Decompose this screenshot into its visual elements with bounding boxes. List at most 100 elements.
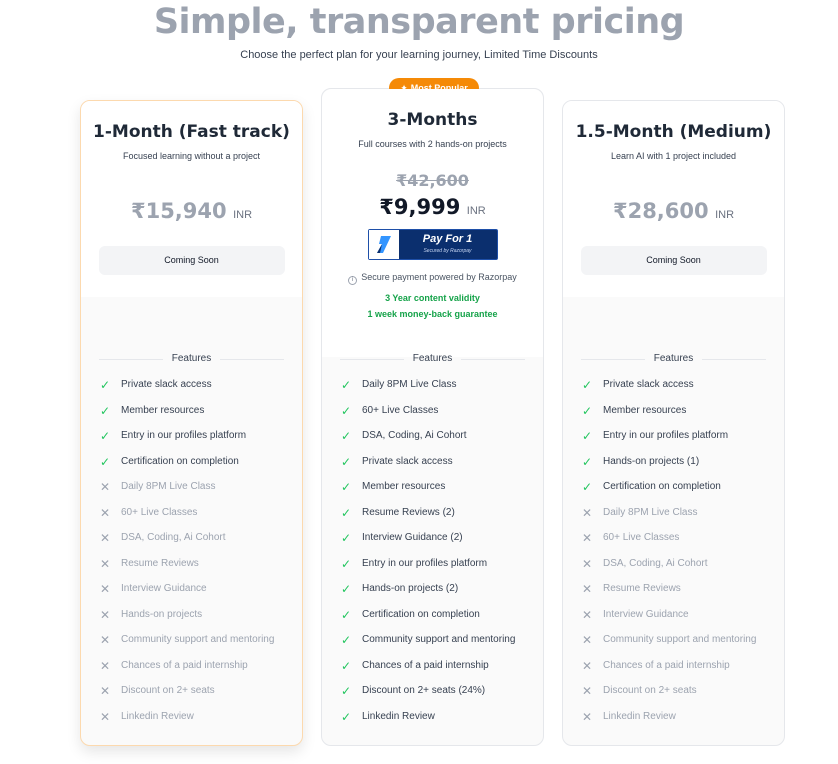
- feature-item: ✕ DSA, Coding, Ai Cohort: [100, 532, 292, 558]
- feature-label: Certification on completion: [362, 608, 480, 620]
- features-heading: Features: [581, 353, 766, 364]
- feature-label: DSA, Coding, Ai Cohort: [362, 430, 467, 441]
- cross-icon: ✕: [582, 684, 593, 698]
- cross-icon: ✕: [100, 556, 111, 571]
- cross-icon: ✕: [100, 505, 111, 520]
- feature-label: 60+ Live Classes: [121, 506, 198, 518]
- check-icon: ✓: [341, 633, 352, 647]
- razorpay-pay-button[interactable]: Pay For 1 Secured by Razorpay: [367, 229, 498, 260]
- feature-item: ✓ Linkedin Review: [341, 711, 533, 737]
- feature-item: ✓ Private slack access: [341, 456, 533, 482]
- feature-item: ✓ Daily 8PM Live Class: [341, 379, 533, 405]
- plan-description: Full courses with 2 hands-on projects: [358, 139, 507, 149]
- price-row: ₹28,600 INR: [563, 199, 784, 223]
- feature-label: Resume Reviews: [121, 557, 199, 569]
- cross-icon: ✕: [582, 709, 593, 724]
- check-icon: ✓: [341, 378, 352, 392]
- feature-item: ✓ Hands-on projects (2): [341, 583, 533, 609]
- feature-label: Linkedin Review: [603, 710, 676, 722]
- feature-label: Daily 8PM Live Class: [121, 481, 216, 492]
- plan-card-header: 3-Months Full courses with 2 hands-on pr…: [322, 89, 543, 357]
- secure-payment-text: Secure payment powered by Razorpay: [361, 272, 517, 282]
- price-row: ₹15,940 INR: [81, 199, 302, 223]
- feature-list: ✓ Private slack access ✓ Member resources ✓ E…: [582, 379, 774, 736]
- plan-name: 1.5-Month (Medium): [575, 122, 772, 142]
- feature-item: ✓ Certification on completion: [341, 609, 533, 635]
- check-icon: ✓: [582, 454, 593, 469]
- feature-label: Interview Guidance (2): [362, 532, 463, 543]
- coming-soon-button[interactable]: Coming Soon: [98, 246, 285, 275]
- feature-label: Member resources: [362, 481, 446, 492]
- feature-label: Daily 8PM Live Class: [603, 506, 698, 518]
- feature-label: Entry in our profiles platform: [362, 557, 488, 569]
- plan-card-1-month: 1-Month (Fast track) Focused learning wi…: [80, 100, 303, 746]
- cross-icon: ✕: [100, 531, 111, 545]
- feature-item: ✕ Community support and mentoring: [100, 634, 292, 660]
- feature-item: ✕ Interview Guidance: [582, 609, 774, 635]
- plan-description: Learn AI with 1 project included: [610, 151, 737, 161]
- feature-item: ✓ Private slack access: [100, 379, 292, 405]
- page-subtitle: Choose the perfect plan for your learnin…: [240, 49, 598, 61]
- feature-label: Daily 8PM Live Class: [362, 379, 457, 390]
- feature-item: ✕ 60+ Live Classes: [582, 532, 774, 558]
- feature-label: Member resources: [603, 404, 687, 416]
- check-icon: ✓: [582, 429, 593, 443]
- guarantee-note: 1 week money-back guarantee: [367, 309, 498, 319]
- feature-label: Chances of a paid internship: [362, 659, 489, 671]
- check-icon: ✓: [341, 429, 352, 443]
- check-icon: ✓: [582, 378, 593, 392]
- feature-item: ✓ Discount on 2+ seats (24%): [341, 685, 533, 711]
- feature-item: ✓ Member resources: [100, 405, 292, 431]
- check-icon: ✓: [100, 454, 111, 469]
- feature-label: Community support and mentoring: [603, 634, 757, 645]
- validity-note: 3 Year content validity: [385, 293, 480, 303]
- check-icon: ✓: [341, 505, 352, 520]
- feature-item: ✓ Member resources: [582, 405, 774, 431]
- feature-label: Entry in our profiles platform: [121, 430, 247, 441]
- plan-card-3-months: ✦ Most Popular 3-Months Full courses with…: [321, 78, 544, 746]
- cross-icon: ✕: [100, 658, 111, 673]
- plan-card-header: 1.5-Month (Medium) Learn AI with 1 proje…: [563, 101, 784, 297]
- feature-item: ✓ Member resources: [341, 481, 533, 507]
- cross-icon: ✕: [582, 556, 593, 571]
- feature-label: Linkedin Review: [121, 710, 194, 722]
- plan-price: ₹28,600: [612, 199, 709, 223]
- feature-item: ✓ Entry in our profiles platform: [341, 558, 533, 584]
- feature-item: ✓ 60+ Live Classes: [341, 405, 533, 431]
- feature-item: ✓ Certification on completion: [100, 456, 292, 482]
- cross-icon: ✕: [582, 582, 593, 596]
- feature-label: Hands-on projects (2): [362, 583, 459, 594]
- feature-label: Interview Guidance: [121, 583, 207, 594]
- check-icon: ✓: [341, 403, 352, 418]
- feature-label: DSA, Coding, Ai Cohort: [603, 557, 708, 569]
- check-icon: ✓: [100, 378, 111, 392]
- feature-label: Resume Reviews: [603, 583, 681, 594]
- feature-item: ✓ Entry in our profiles platform: [100, 430, 292, 456]
- info-icon: i: [348, 276, 358, 285]
- feature-label: Hands-on projects: [121, 608, 203, 620]
- pay-button-sublabel: Secured by Razorpay: [423, 248, 472, 254]
- feature-label: Private slack access: [362, 455, 453, 467]
- check-icon: ✓: [341, 684, 352, 698]
- page-title: Simple, transparent pricing: [153, 2, 685, 42]
- feature-label: Resume Reviews (2): [362, 506, 455, 518]
- feature-label: 60+ Live Classes: [362, 404, 439, 416]
- feature-label: Entry in our profiles platform: [603, 430, 729, 441]
- check-icon: ✓: [582, 403, 593, 418]
- cross-icon: ✕: [100, 684, 111, 698]
- feature-item: ✕ Hands-on projects: [100, 609, 292, 635]
- feature-label: DSA, Coding, Ai Cohort: [121, 532, 226, 543]
- feature-label: Private slack access: [121, 379, 212, 390]
- coming-soon-button[interactable]: Coming Soon: [580, 246, 767, 275]
- cross-icon: ✕: [100, 607, 111, 622]
- check-icon: ✓: [582, 480, 593, 494]
- feature-item: ✕ Chances of a paid internship: [100, 660, 292, 686]
- feature-label: Discount on 2+ seats (24%): [362, 685, 486, 696]
- check-icon: ✓: [100, 429, 111, 443]
- feature-label: Discount on 2+ seats: [121, 685, 215, 696]
- feature-label: Hands-on projects (1): [603, 455, 700, 467]
- feature-item: ✕ Linkedin Review: [582, 711, 774, 737]
- plan-price: ₹9,999: [379, 195, 461, 219]
- plan-description: Focused learning without a project: [122, 151, 261, 161]
- plan-name: 3-Months: [387, 110, 478, 130]
